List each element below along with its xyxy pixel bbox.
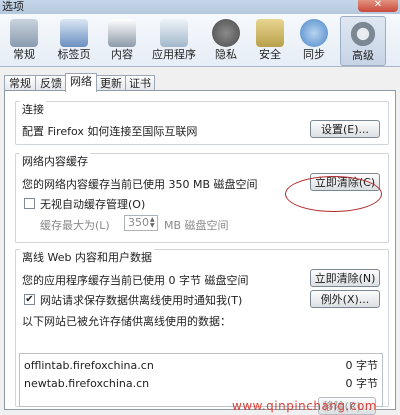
tab-general[interactable]: 常规 bbox=[4, 75, 36, 91]
toolbar-label: 高级 bbox=[352, 49, 374, 62]
toolbar-label: 应用程序 bbox=[152, 48, 196, 61]
toolbar-content[interactable]: 内容 bbox=[102, 16, 142, 64]
offline-usage-text: 您的应用程序缓存当前已使用 0 字节 磁盘空间 bbox=[22, 274, 249, 287]
notify-offline-label: 网站请求保存数据供离线使用时通知我(T) bbox=[40, 294, 243, 307]
exceptions-button[interactable]: 例外(X)... bbox=[310, 290, 380, 308]
mask-icon bbox=[212, 19, 240, 47]
toolbar-label: 安全 bbox=[259, 48, 281, 61]
tab-feedback[interactable]: 反馈 bbox=[35, 75, 67, 91]
watermark: www.qinpinchang.com bbox=[232, 399, 377, 413]
spinner-arrows-icon: ▲ ▼ bbox=[150, 216, 155, 229]
toolbar-general[interactable]: 常规 bbox=[4, 16, 44, 64]
cache-limit-label: 缓存最大为(L) bbox=[40, 219, 110, 232]
lock-icon bbox=[256, 19, 284, 47]
list-item[interactable]: newtab.firefoxchina.cn 0 字节 bbox=[24, 376, 378, 392]
cache-limit-unit: MB 磁盘空间 bbox=[164, 219, 229, 232]
gear-icon bbox=[349, 20, 377, 48]
sync-icon bbox=[300, 19, 328, 47]
toolbar-label: 隐私 bbox=[215, 48, 237, 61]
cache-limit-spinner[interactable]: 350 ▲ ▼ bbox=[124, 215, 158, 231]
allowed-sites-label: 以下网站已被允许存储供离线使用的数据： bbox=[22, 315, 231, 328]
toolbar-sync[interactable]: 同步 bbox=[294, 16, 334, 64]
offline-title: 离线 Web 内容和用户数据 bbox=[20, 249, 154, 265]
tab-update[interactable]: 更新 bbox=[96, 75, 126, 91]
applications-icon bbox=[160, 19, 188, 47]
connection-group: 连接 配置 Firefox 如何连接至国际互联网 设置(E)... bbox=[15, 101, 389, 145]
tab-network[interactable]: 网络 bbox=[65, 73, 97, 92]
connection-text: 配置 Firefox 如何连接至国际互联网 bbox=[22, 125, 198, 138]
notify-offline-checkbox[interactable]: ✔ bbox=[24, 294, 35, 305]
toolbar-applications[interactable]: 应用程序 bbox=[146, 16, 202, 64]
tabs-icon bbox=[60, 19, 88, 47]
override-cache-label: 无视自动缓存管理(O) bbox=[40, 198, 146, 211]
close-button[interactable]: ✕ bbox=[358, 0, 398, 12]
toolbar-advanced[interactable]: 高级 bbox=[340, 16, 386, 66]
toolbar-label: 常规 bbox=[13, 48, 35, 61]
document-icon bbox=[108, 19, 136, 47]
switch-icon bbox=[10, 19, 38, 47]
title-bar: 选项 ✕ bbox=[0, 0, 400, 14]
window-title: 选项 bbox=[2, 0, 24, 13]
connection-settings-button[interactable]: 设置(E)... bbox=[310, 120, 380, 138]
site-name: offlintab.firefoxchina.cn bbox=[24, 359, 154, 372]
toolbar-privacy[interactable]: 隐私 bbox=[206, 16, 246, 64]
highlight-annotation bbox=[285, 176, 382, 212]
toolbar-security[interactable]: 安全 bbox=[250, 16, 290, 64]
toolbar-tabs[interactable]: 标签页 bbox=[50, 16, 98, 64]
toolbar-label: 同步 bbox=[303, 48, 325, 61]
connection-title: 连接 bbox=[20, 101, 46, 117]
clear-offline-button[interactable]: 立即清除(N) bbox=[310, 269, 380, 287]
toolbar-label: 标签页 bbox=[57, 48, 91, 61]
site-size: 0 字节 bbox=[345, 377, 379, 390]
override-cache-checkbox[interactable] bbox=[24, 198, 35, 209]
site-size: 0 字节 bbox=[345, 359, 379, 372]
preferences-toolbar: 常规 标签页 内容 应用程序 隐私 安全 同步 高级 bbox=[0, 14, 400, 67]
site-name: newtab.firefoxchina.cn bbox=[24, 377, 150, 390]
list-item[interactable]: offlintab.firefoxchina.cn 0 字节 bbox=[24, 358, 378, 374]
cache-title: 网络内容缓存 bbox=[20, 153, 90, 169]
cache-usage-text: 您的网络内容缓存当前已使用 350 MB 磁盘空间 bbox=[22, 178, 258, 191]
advanced-pane: 常规 反馈 网络 更新 证书 连接 配置 Firefox 如何连接至国际互联网 … bbox=[0, 67, 400, 415]
tab-certificates[interactable]: 证书 bbox=[125, 75, 155, 91]
network-panel: 连接 配置 Firefox 如何连接至国际互联网 设置(E)... 网络内容缓存… bbox=[4, 90, 396, 415]
cache-limit-value: 350 bbox=[128, 216, 149, 229]
toolbar-label: 内容 bbox=[111, 48, 133, 61]
